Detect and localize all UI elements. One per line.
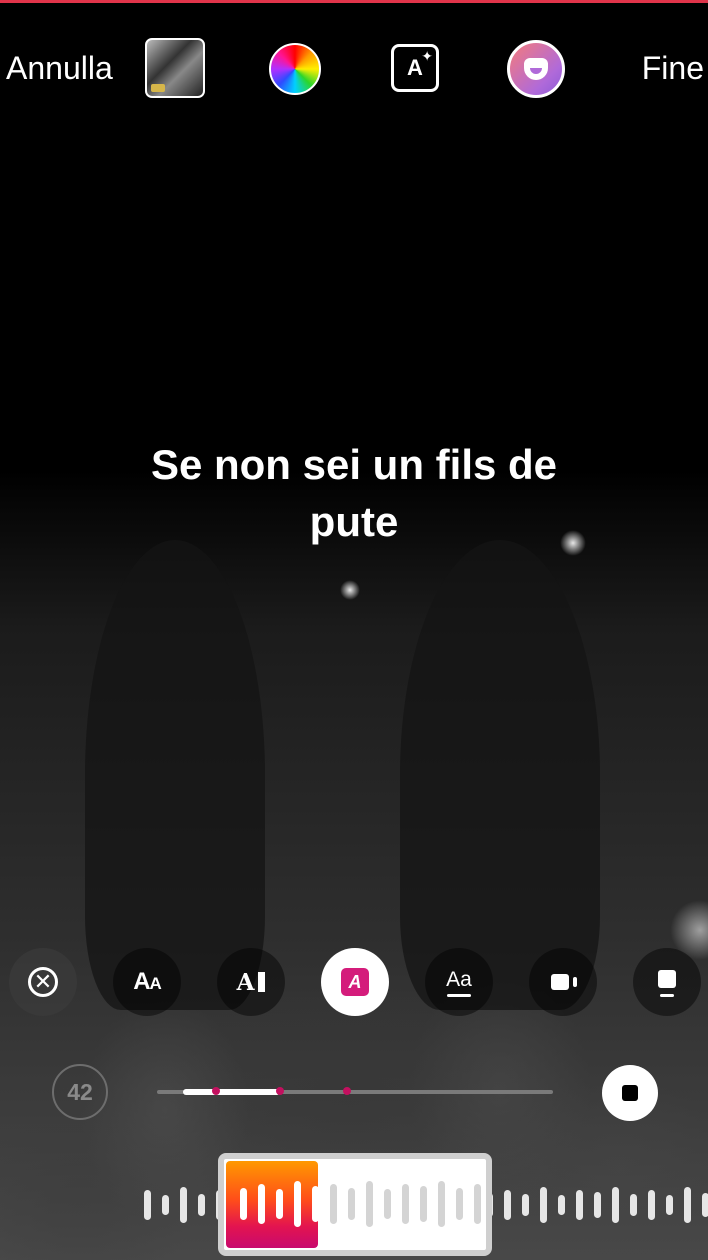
waveform-bar bbox=[540, 1187, 547, 1223]
waveform-bar bbox=[198, 1194, 205, 1216]
waveform-bar bbox=[594, 1192, 601, 1218]
waveform-bar bbox=[504, 1190, 511, 1220]
style-underline-button[interactable]: Aa bbox=[425, 948, 493, 1016]
style-classic-button[interactable]: AA bbox=[113, 948, 181, 1016]
clip-waveform-bar bbox=[384, 1189, 391, 1219]
cancel-button[interactable]: Annulla bbox=[6, 50, 113, 87]
clip-waveform-bar bbox=[348, 1188, 355, 1220]
clip-waveform-bar bbox=[240, 1188, 247, 1220]
media-thumbnail[interactable] bbox=[145, 38, 205, 98]
clip-waveform-bar bbox=[366, 1181, 373, 1227]
caption-text[interactable]: Se non sei un fils de pute bbox=[104, 436, 604, 550]
text-style-bar: ✕ AA A A Aa bbox=[0, 948, 708, 1018]
style-box-button[interactable] bbox=[633, 948, 701, 1016]
style-typewriter-button[interactable]: A bbox=[217, 948, 285, 1016]
stop-icon bbox=[622, 1085, 638, 1101]
waveform-bar bbox=[144, 1190, 151, 1220]
background-photo bbox=[0, 470, 708, 1260]
sticker-icon[interactable] bbox=[507, 40, 565, 98]
text-box-icon bbox=[658, 970, 676, 997]
track-marker bbox=[343, 1087, 352, 1095]
track-marker bbox=[275, 1087, 284, 1095]
style-underline-icon: Aa bbox=[446, 967, 472, 991]
stop-button[interactable] bbox=[602, 1065, 658, 1121]
clip-waveform-bar bbox=[402, 1184, 409, 1224]
waveform-bar bbox=[666, 1195, 673, 1215]
style-classic-icon: AA bbox=[133, 968, 162, 995]
style-highlight-button[interactable]: A bbox=[321, 948, 389, 1016]
style-typewriter-icon: A bbox=[237, 969, 266, 996]
clip-waveform-bar bbox=[294, 1181, 301, 1227]
clip-waveform-bar bbox=[438, 1181, 445, 1227]
clip-waveform-bar bbox=[312, 1186, 319, 1222]
clip-waveform-bar bbox=[330, 1184, 337, 1224]
close-style-button[interactable]: ✕ bbox=[9, 948, 77, 1016]
clip-waveform-bar bbox=[420, 1186, 427, 1222]
clip-waveform-bar bbox=[456, 1188, 463, 1220]
waveform-bar bbox=[702, 1193, 708, 1217]
waveform-bar bbox=[522, 1194, 529, 1216]
color-wheel-icon[interactable] bbox=[269, 43, 321, 95]
style-highlight-icon: A bbox=[341, 968, 369, 996]
waveform-bar bbox=[576, 1190, 583, 1220]
clip-waveform-bar bbox=[276, 1189, 283, 1219]
font-size-badge[interactable]: 42 bbox=[52, 1064, 108, 1120]
waveform-bar bbox=[684, 1187, 691, 1223]
style-camera-button[interactable] bbox=[529, 948, 597, 1016]
waveform-bar bbox=[612, 1187, 619, 1223]
top-toolbar: Annulla A ✦ Fine bbox=[0, 0, 708, 135]
text-effects-icon[interactable]: A ✦ bbox=[391, 44, 439, 92]
clip-waveform-bar bbox=[258, 1184, 265, 1224]
waveform-bar bbox=[180, 1187, 187, 1223]
playback-track[interactable] bbox=[157, 1087, 553, 1095]
camera-icon bbox=[551, 974, 577, 990]
waveform-bar bbox=[162, 1195, 169, 1215]
close-icon: ✕ bbox=[28, 967, 58, 997]
waveform-bar bbox=[558, 1195, 565, 1215]
clip-waveform-bar bbox=[474, 1184, 481, 1224]
done-button[interactable]: Fine bbox=[642, 50, 704, 87]
waveform-bar bbox=[648, 1190, 655, 1220]
audio-clip-selector[interactable] bbox=[218, 1153, 492, 1256]
waveform-bar bbox=[630, 1194, 637, 1216]
playback-progress bbox=[183, 1089, 280, 1095]
